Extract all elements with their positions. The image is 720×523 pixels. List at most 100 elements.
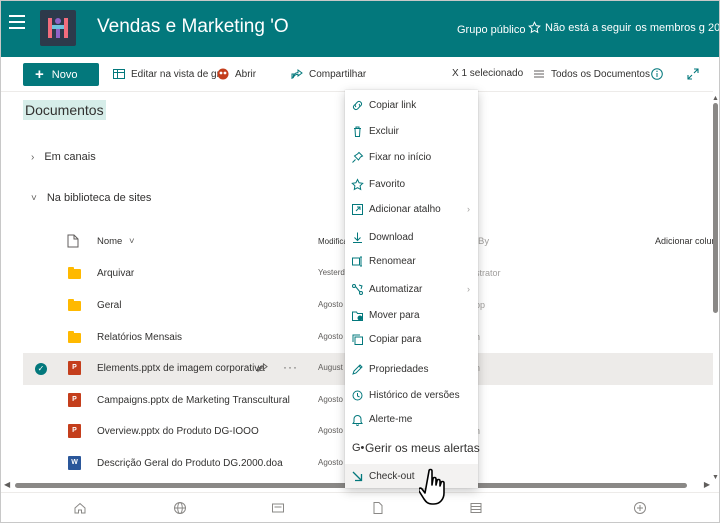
powerpoint-file-icon: P [68,424,81,438]
modified-date: Agosto [318,395,343,404]
menu-item-label: Check-out [369,470,415,482]
menu-item-adicionar-atalho[interactable]: Adicionar atalho › [345,197,478,221]
menu-item-fixar-no-in-cio[interactable]: Fixar no início [345,145,478,169]
column-header-name[interactable]: Nome ˅ [97,236,135,247]
folder-icon [68,331,81,343]
modified-date: Agosto [318,332,343,341]
row-share-icon[interactable] [257,362,268,376]
row-selected-check-icon[interactable]: ✓ [35,363,47,375]
move-icon [352,311,363,321]
open-app-icon [217,68,229,80]
file-name[interactable]: Overview.pptx do Produto DG-IOOO [97,426,259,437]
globe-icon[interactable] [173,501,189,517]
menu-item-label: Favorito [369,178,406,190]
chevron-right-icon: › [31,151,35,163]
rename-icon [352,256,362,266]
vertical-scroll-thumb[interactable] [713,103,718,313]
menu-item-propriedades[interactable]: Propriedades [345,357,478,381]
column-header-by[interactable]: By [478,236,489,247]
row-more-actions-icon[interactable]: ··· [283,360,298,374]
info-icon [651,68,663,80]
menu-item-label: Histórico de versões [369,389,460,401]
section-channels[interactable]: › Em canais [31,151,96,163]
file-icon[interactable] [371,501,387,517]
file-name[interactable]: Geral [97,300,121,311]
view-switcher[interactable]: Todos os Documentos [533,68,650,80]
bottom-navigation [1,492,719,522]
checkout-icon [352,471,363,481]
menu-item-hist-rico-de-vers-es[interactable]: Histórico de versões [345,383,478,407]
group-privacy-label: Grupo público [457,24,526,36]
site-logo[interactable] [40,10,76,46]
add-column-button[interactable]: Adicionar colur [655,236,715,246]
modified-date: August [318,363,343,372]
site-title[interactable]: Vendas e Marketing 'O [97,16,289,38]
file-name[interactable]: Arquivar [97,268,134,279]
bell-icon [352,414,363,426]
section-site-library-label: Na biblioteca de sites [46,192,152,204]
file-type-icon[interactable] [67,234,79,248]
members-label[interactable]: os membros g 20 [635,22,719,34]
menu-item-label: Copiar para [369,333,422,345]
modified-date: Yesterd [318,268,345,277]
menu-item-label: Automatizar [369,283,423,295]
selection-count[interactable]: X 1 selecionado [452,68,523,79]
news-icon[interactable] [271,501,287,517]
hand-cursor-icon [419,468,445,505]
open-label: Abrir [235,68,257,80]
menu-item-copiar-link[interactable]: Copiar link [345,93,478,117]
selected-label: X 1 selecionado [452,68,524,79]
menu-item-label: Fixar no início [369,151,432,163]
scroll-down-icon[interactable]: ▼ [712,474,719,481]
add-icon[interactable] [633,501,649,517]
menu-item-label: Mover para [369,309,420,321]
menu-item-label: Gerir os meus alertas [365,441,480,455]
copy-icon [352,334,363,345]
menu-item-mover-para[interactable]: Mover para [345,303,478,327]
new-button[interactable]: + Novo [23,63,99,86]
file-name[interactable]: Relatórios Mensais [97,332,182,343]
section-site-library[interactable]: ˅ Na biblioteca de sites [31,192,151,204]
chevron-down-icon: ˅ [128,236,135,247]
menu-item-alerte-me[interactable]: Alerte-me [345,407,478,431]
chevron-down-icon: ˅ [31,192,37,204]
menu-item-gerir-os-meus-alertas[interactable]: G• Gerir os meus alertas [345,436,480,460]
file-name[interactable]: Elements.pptx de imagem corporativa [97,363,265,374]
menu-item-excluir[interactable]: Excluir [345,119,478,143]
menu-item-automatizar[interactable]: Automatizar › [345,277,478,301]
edit-grid-view-button[interactable]: Editar na vista de gre [113,68,226,80]
scroll-right-icon[interactable]: ▶ [704,480,710,489]
modified-date: Agosto [318,426,343,435]
scroll-up-icon[interactable]: ▲ [712,95,719,102]
history-icon [352,390,363,400]
follow-button[interactable]: Não está a seguir os membros g 20 [528,21,719,34]
powerpoint-file-icon: P [68,393,81,407]
info-button[interactable] [651,68,663,80]
library-title[interactable]: Documentos [23,100,106,120]
star-icon [528,21,541,34]
trash-icon [354,126,361,137]
context-menu: Copiar link Excluir Fixar no início Favorit… [345,90,480,488]
chevron-right-icon: › [467,284,470,294]
file-name[interactable]: Descrição Geral do Produto DG.2000.doa [97,458,283,469]
menu-item-renomear[interactable]: Renomear [345,249,478,273]
scroll-left-icon[interactable]: ◀ [4,480,10,489]
menu-item-copiar-para[interactable]: Copiar para [345,327,478,351]
menu-item-download[interactable]: Download [345,225,478,249]
home-icon[interactable] [73,501,89,517]
vertical-scrollbar[interactable]: ▲ ▼ [711,93,719,481]
share-button[interactable]: Compartilhar [291,68,366,80]
modified-by: strator [475,268,501,278]
file-name[interactable]: Campaigns.pptx de Marketing Transcultura… [97,395,290,406]
expand-button[interactable] [687,68,699,80]
menu-item-check-out[interactable]: Check-out [345,464,478,488]
open-button[interactable]: Abrir [217,68,256,80]
hamburger-menu-icon[interactable] [9,15,25,29]
menu-item-favorito[interactable]: Favorito [345,172,478,196]
chevron-right-icon: › [467,204,470,214]
site-header: Vendas e Marketing 'O Grupo público Não … [1,1,719,57]
download-icon [353,232,362,243]
lists-icon[interactable] [469,501,485,517]
word-file-icon: W [68,456,81,470]
grid-icon [113,69,125,79]
